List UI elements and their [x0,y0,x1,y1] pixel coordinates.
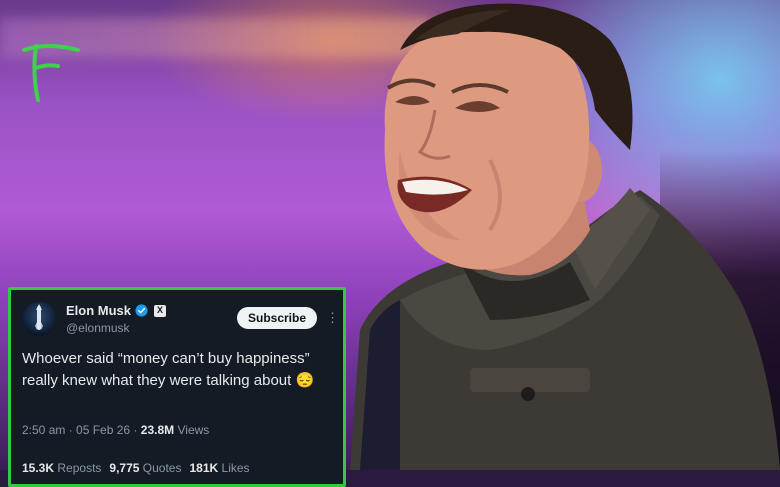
tweet-date[interactable]: 05 Feb 26 [76,423,130,437]
tweet-meta: 2:50 am · 05 Feb 26 · 23.8M Views [22,423,209,437]
author-row: Elon Musk X [66,303,167,318]
avatar[interactable] [22,302,56,336]
rocket-avatar-icon [35,304,43,330]
tweet-time[interactable]: 2:50 am [22,423,65,437]
stylized-f-logo-icon [22,44,80,102]
verified-badge-icon [135,304,148,317]
meta-separator: · [133,423,138,437]
smiling-man-photo [350,3,780,470]
author-handle[interactable]: @elonmusk [66,321,130,335]
subscribe-button[interactable]: Subscribe [237,307,317,329]
tweet-screenshot-card: Elon Musk X @elonmusk Subscribe ⋮ Whoeve… [8,287,346,487]
x-logo-icon: X [154,304,167,317]
views-count: 23.8M [140,423,175,437]
likes-stat[interactable]: 181K Likes [189,461,249,475]
reposts-stat[interactable]: 15.3K Reposts [22,461,101,475]
author-name[interactable]: Elon Musk [66,303,131,318]
quotes-stat[interactable]: 9,775 Quotes [109,461,181,475]
more-options-icon[interactable]: ⋮ [326,308,339,328]
tweet-stats: 15.3K Reposts 9,775 Quotes 181K Likes [22,461,250,475]
views-label: Views [177,423,210,437]
meta-separator: · [68,423,73,437]
tweet-text: Whoever said “money can’t buy happiness”… [22,350,315,389]
